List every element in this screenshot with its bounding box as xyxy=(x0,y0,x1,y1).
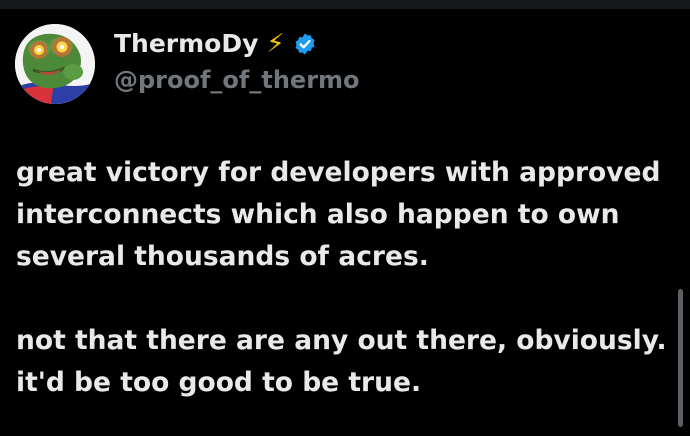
tweet-paragraph: great victory for developers with approv… xyxy=(16,157,661,272)
author-display-name[interactable]: ThermoDy ⚡ xyxy=(114,29,317,58)
avatar[interactable] xyxy=(15,24,95,104)
tweet-paragraph: not that there are any out there, obviou… xyxy=(16,325,667,398)
scrollbar-thumb[interactable] xyxy=(678,289,683,427)
tweet-text: great victory for developers with approv… xyxy=(16,152,676,404)
tweet: ThermoDy ⚡ @proof_of_thermo great victor… xyxy=(0,9,690,436)
pepe-laser-eyes-avatar-icon xyxy=(15,24,95,104)
display-name-text: ThermoDy xyxy=(114,29,259,58)
verified-badge-icon xyxy=(295,33,315,54)
author-handle[interactable]: @proof_of_thermo xyxy=(114,66,360,94)
lightning-bolt-icon: ⚡ xyxy=(266,28,285,59)
top-strip xyxy=(0,0,690,9)
